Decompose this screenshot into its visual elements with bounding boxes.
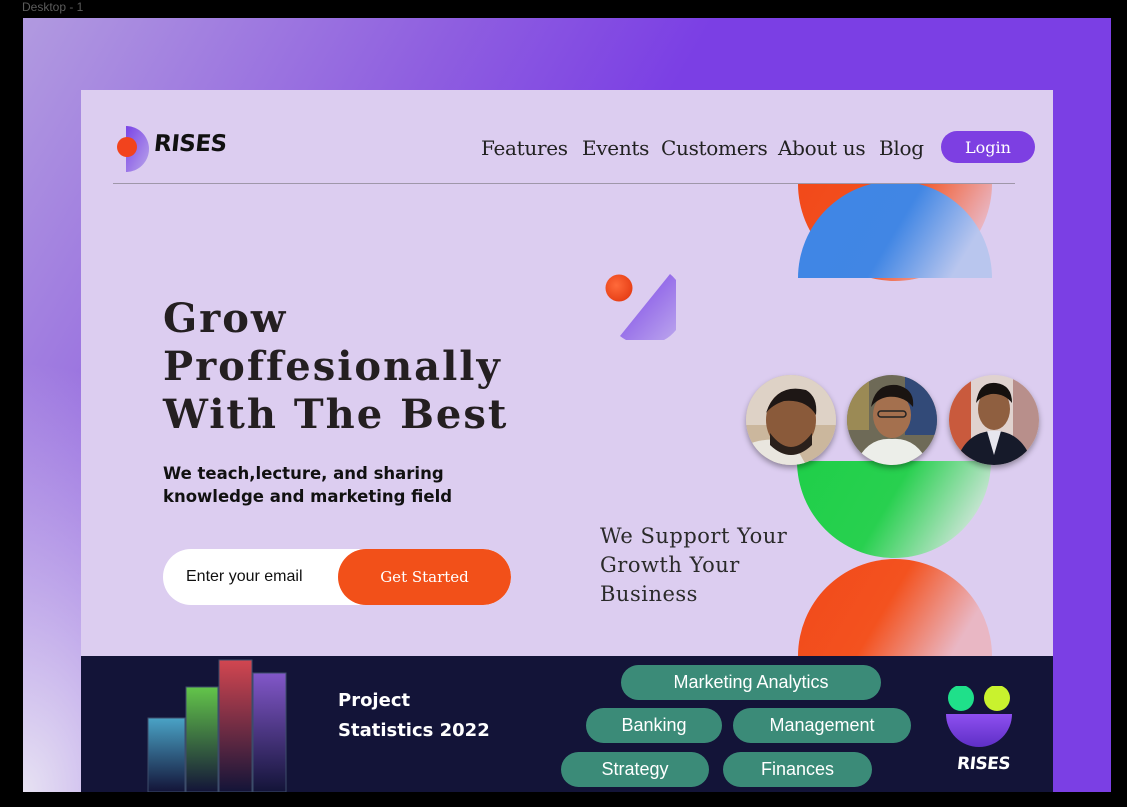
logo[interactable]: RISES bbox=[116, 126, 228, 172]
stats-footer: Project Statistics 2022 Marketing Analyt… bbox=[81, 656, 1053, 792]
logo-mark-icon bbox=[117, 126, 149, 172]
stats-title-line: Project bbox=[338, 690, 411, 711]
nav-customers[interactable]: Customers bbox=[661, 136, 768, 160]
orange-half-circle-bottom bbox=[798, 559, 992, 656]
headline-line: With The Best bbox=[163, 391, 509, 438]
tagline-line: Business bbox=[600, 582, 698, 606]
logo-text: RISES bbox=[152, 131, 228, 157]
avatar[interactable] bbox=[949, 375, 1039, 465]
footer-logo-mark-icon bbox=[946, 685, 1012, 747]
tag-strategy[interactable]: Strategy bbox=[561, 752, 709, 787]
login-button[interactable]: Login bbox=[941, 131, 1035, 163]
person-photo-icon bbox=[847, 375, 937, 465]
green-half-circle bbox=[797, 461, 991, 558]
get-started-button[interactable]: Get Started bbox=[338, 549, 511, 605]
bar-chart-illustration bbox=[147, 659, 287, 792]
email-signup-form: Get Started bbox=[163, 549, 511, 605]
nav-blog[interactable]: Blog bbox=[879, 136, 924, 160]
landing-page: RISES Features Events Customers About us… bbox=[81, 90, 1053, 792]
tagline-line: We Support Your bbox=[600, 524, 788, 548]
hero-tagline: We Support Your Growth Your Business bbox=[600, 522, 787, 609]
person-photo-icon bbox=[949, 375, 1039, 465]
headline-line: Proffesionally bbox=[163, 343, 502, 390]
desktop-frame: RISES Features Events Customers About us… bbox=[23, 18, 1111, 792]
nav-events[interactable]: Events bbox=[582, 136, 649, 160]
tag-finances[interactable]: Finances bbox=[723, 752, 872, 787]
avatar[interactable] bbox=[746, 375, 836, 465]
nav-features[interactable]: Features bbox=[481, 136, 568, 160]
nav-about-us[interactable]: About us bbox=[778, 136, 866, 160]
brand-mark-icon bbox=[605, 274, 676, 340]
person-photo-icon bbox=[746, 375, 836, 465]
tag-marketing-analytics[interactable]: Marketing Analytics bbox=[621, 665, 881, 700]
stats-title: Project Statistics 2022 bbox=[338, 686, 490, 746]
stats-title-line: Statistics 2022 bbox=[338, 720, 490, 741]
footer-logo[interactable]: RISES bbox=[943, 685, 1015, 776]
footer-logo-text: RISES bbox=[955, 754, 1012, 774]
tag-banking[interactable]: Banking bbox=[586, 708, 722, 743]
tagline-line: Growth Your bbox=[600, 553, 740, 577]
avatar[interactable] bbox=[847, 375, 937, 465]
frame-label: Desktop - 1 bbox=[22, 0, 84, 14]
hero-headline: Grow Proffesionally With The Best bbox=[163, 295, 508, 439]
headline-line: Grow bbox=[163, 295, 288, 342]
hero-subtitle: We teach,lecture, and sharing knowledge … bbox=[163, 464, 453, 506]
email-input[interactable] bbox=[163, 549, 338, 605]
tag-management[interactable]: Management bbox=[733, 708, 911, 743]
